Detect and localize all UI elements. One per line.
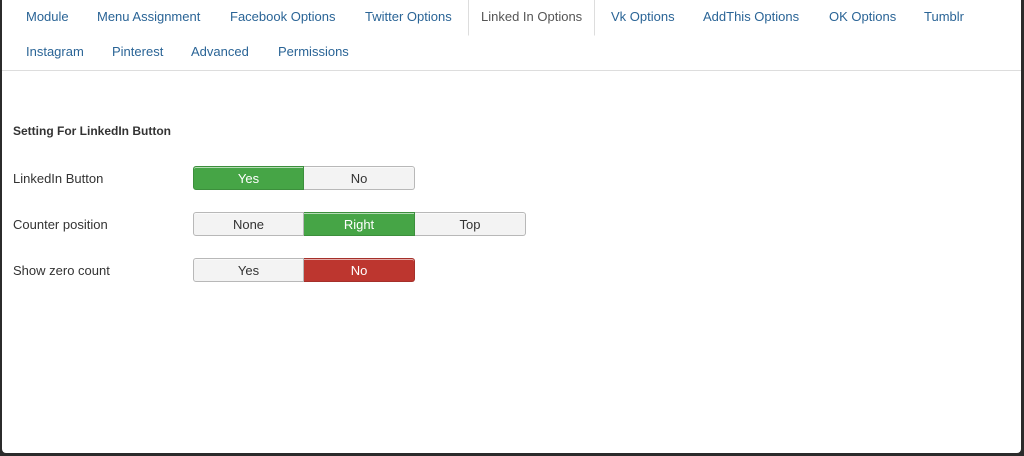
show-zero-count-label: Show zero count xyxy=(13,263,110,278)
tab-advanced[interactable]: Advanced xyxy=(179,35,261,69)
show-zero-count-yes[interactable]: Yes xyxy=(193,258,304,282)
counter-position-right[interactable]: Right xyxy=(304,212,415,236)
tab-vk-options[interactable]: Vk Options xyxy=(599,0,687,34)
tab-bar: Module Menu Assignment Facebook Options … xyxy=(2,0,1021,71)
section-title: Setting For LinkedIn Button xyxy=(13,124,171,138)
tab-menu-assignment[interactable]: Menu Assignment xyxy=(85,0,212,34)
tab-addthis-options[interactable]: AddThis Options xyxy=(691,0,811,34)
counter-position-none[interactable]: None xyxy=(193,212,304,236)
tab-linked-in-options[interactable]: Linked In Options xyxy=(468,0,596,36)
tab-ok-options[interactable]: OK Options xyxy=(817,0,908,34)
module-settings-panel: Module Menu Assignment Facebook Options … xyxy=(2,0,1021,453)
tab-facebook-options[interactable]: Facebook Options xyxy=(218,0,348,34)
tab-instagram[interactable]: Instagram xyxy=(14,35,96,69)
tab-twitter-options[interactable]: Twitter Options xyxy=(353,0,464,34)
counter-position-top[interactable]: Top xyxy=(415,212,526,236)
tab-pinterest[interactable]: Pinterest xyxy=(100,35,175,69)
linkedin-button-label: LinkedIn Button xyxy=(13,171,104,186)
linkedin-button-yes[interactable]: Yes xyxy=(193,166,304,190)
counter-position-label: Counter position xyxy=(13,217,108,232)
linkedin-button-no[interactable]: No xyxy=(304,166,415,190)
counter-position-toggle: None Right Top xyxy=(193,212,526,236)
linkedin-button-toggle: Yes No xyxy=(193,166,415,190)
show-zero-count-no[interactable]: No xyxy=(304,258,415,282)
tab-module[interactable]: Module xyxy=(14,0,81,34)
tab-permissions[interactable]: Permissions xyxy=(266,35,361,69)
show-zero-count-toggle: Yes No xyxy=(193,258,415,282)
tab-tumblr[interactable]: Tumblr xyxy=(912,0,976,34)
